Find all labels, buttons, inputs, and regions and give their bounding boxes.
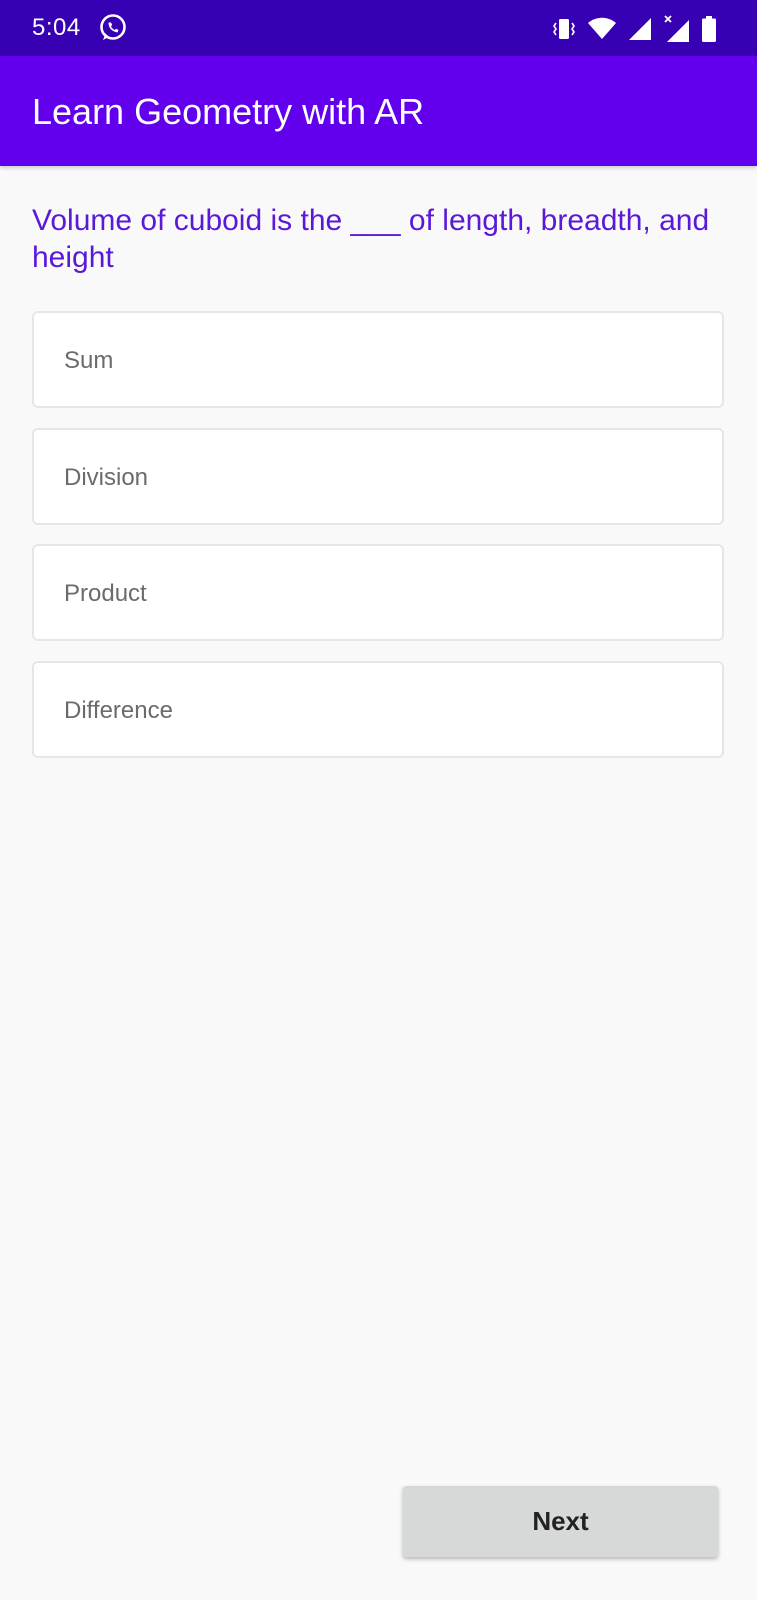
next-button[interactable]: Next xyxy=(403,1486,718,1557)
app-bar: Learn Geometry with AR xyxy=(0,56,757,166)
wifi-icon xyxy=(587,16,617,42)
option-sum[interactable]: Sum xyxy=(32,311,724,408)
option-label: Product xyxy=(64,580,147,607)
option-label: Sum xyxy=(64,347,114,374)
battery-icon xyxy=(701,15,717,43)
signal-no-data-icon xyxy=(663,15,691,43)
option-label: Difference xyxy=(64,697,173,724)
status-icons xyxy=(551,14,717,44)
app-title: Learn Geometry with AR xyxy=(32,91,425,132)
signal-icon xyxy=(627,16,653,42)
question-text: Volume of cuboid is the ___ of length, b… xyxy=(32,204,710,274)
status-time: 5:04 xyxy=(32,14,81,41)
option-label: Division xyxy=(64,464,149,491)
option-difference[interactable]: Difference xyxy=(32,661,724,758)
status-bar: 5:04 xyxy=(0,0,757,56)
vibrate-icon xyxy=(551,16,577,42)
option-division[interactable]: Division xyxy=(32,428,724,525)
option-product[interactable]: Product xyxy=(32,544,724,641)
whatsapp-icon xyxy=(98,13,128,43)
